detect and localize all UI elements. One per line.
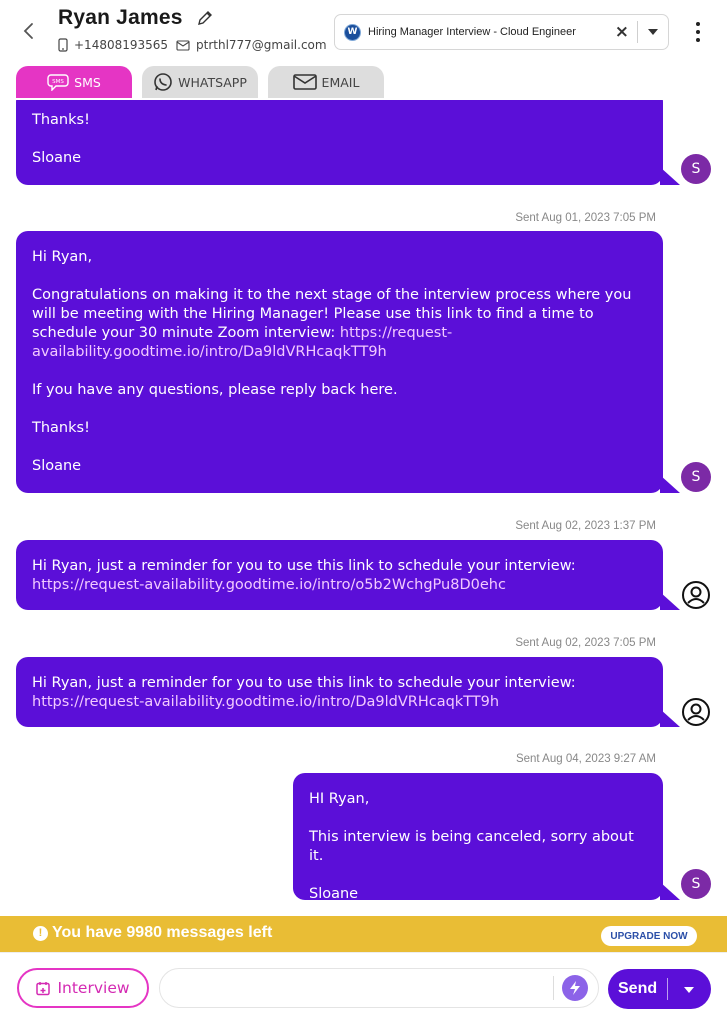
contact-name: Ryan James: [58, 6, 183, 29]
message-signature: Sloane: [309, 886, 359, 902]
job-select-value: Hiring Manager Interview - Cloud Enginee…: [368, 26, 576, 38]
message-text: Hi Ryan, just a reminder for you to use …: [32, 558, 576, 574]
bubble-tail: [660, 592, 680, 610]
message-input[interactable]: [174, 969, 554, 1007]
bubble-tail: [660, 709, 680, 727]
sender-avatar: S: [681, 154, 711, 184]
contact-phone: +14808193565: [58, 38, 168, 52]
phone-icon: [58, 38, 68, 52]
chevron-down-icon[interactable]: [648, 29, 658, 35]
tab-whatsapp-label: WHATSAPP: [178, 74, 247, 90]
message-bubble: Thanks! Sloane: [16, 100, 663, 185]
tab-sms-label: SMS: [74, 74, 101, 90]
quota-label: You have 9980 messages left: [52, 924, 273, 941]
info-icon: !: [33, 925, 48, 941]
job-select-dropdown[interactable]: W Hiring Manager Interview - Cloud Engin…: [334, 14, 669, 50]
message-bubble: Hi Ryan, just a reminder for you to use …: [16, 657, 663, 727]
message-bubble: HI Ryan, This interview is being cancele…: [293, 773, 663, 902]
send-button[interactable]: Send: [608, 969, 711, 1009]
upgrade-now-button[interactable]: UPGRADE NOW: [601, 926, 697, 946]
conversation-header: Ryan James +14808193565 ptrthl777@gmail.…: [0, 0, 727, 66]
sender-avatar: S: [681, 869, 711, 899]
bubble-tail: [660, 475, 680, 493]
message-link[interactable]: https://request-availability.goodtime.io…: [32, 577, 506, 593]
back-chevron-icon[interactable]: [20, 20, 38, 42]
contact-email-text: ptrthl777@gmail.com: [196, 38, 327, 52]
edit-pencil-icon[interactable]: [196, 9, 214, 27]
sms-icon: SMS: [47, 74, 69, 91]
input-divider: [553, 976, 554, 1000]
message-thread[interactable]: Thanks! Sloane S Sent Aug 01, 2023 7:05 …: [0, 100, 727, 916]
tab-email[interactable]: EMAIL: [268, 66, 384, 98]
chevron-down-icon[interactable]: [684, 987, 694, 993]
message-timestamp: Sent Aug 01, 2023 7:05 PM: [515, 212, 656, 224]
message-text: Hi Ryan, just a reminder for you to use …: [32, 675, 576, 691]
quota-text: ! You have 9980 messages left: [33, 924, 272, 942]
message-greeting: HI Ryan,: [309, 791, 370, 807]
send-divider: [667, 978, 668, 1000]
message-signature: Sloane: [32, 150, 82, 166]
calendar-plus-icon: [36, 981, 51, 995]
bot-user-icon: [682, 581, 710, 609]
message-greeting: Hi Ryan,: [32, 249, 93, 265]
whatsapp-icon: [154, 73, 172, 91]
bot-user-icon: [682, 698, 710, 726]
message-timestamp: Sent Aug 04, 2023 9:27 AM: [515, 753, 656, 765]
job-select-divider: [637, 21, 638, 43]
message-bubble: Hi Ryan, Congratulations on making it to…: [16, 231, 663, 493]
clear-x-icon[interactable]: ×: [615, 22, 629, 42]
message-body: Congratulations on making it to the next…: [32, 287, 632, 341]
lightning-bolt-icon[interactable]: [562, 975, 588, 1001]
interview-button-label: Interview: [57, 979, 130, 997]
compose-bar: Interview Send: [0, 952, 727, 1024]
message-link[interactable]: https://request-availability.goodtime.io…: [32, 694, 499, 710]
svg-text:SMS: SMS: [52, 79, 64, 85]
message-text: This interview is being canceled, sorry …: [309, 829, 634, 864]
send-button-label: Send: [618, 980, 658, 997]
sender-avatar: S: [681, 462, 711, 492]
bubble-tail: [660, 167, 680, 185]
message-signature: Sloane: [32, 458, 82, 474]
message-questions: If you have any questions, please reply …: [32, 382, 398, 398]
more-options-icon[interactable]: [695, 22, 701, 42]
tab-sms[interactable]: SMS SMS: [16, 66, 132, 98]
message-timestamp: Sent Aug 02, 2023 7:05 PM: [515, 637, 656, 649]
bubble-tail: [660, 882, 680, 900]
interview-button[interactable]: Interview: [17, 968, 149, 1008]
company-logo-icon: W: [344, 23, 361, 41]
envelope-icon: [176, 39, 190, 51]
message-bubble: Hi Ryan, just a reminder for you to use …: [16, 540, 663, 610]
channel-tabs: SMS SMS WHATSAPP EMAIL: [16, 66, 394, 98]
tab-whatsapp[interactable]: WHATSAPP: [142, 66, 258, 98]
tab-email-label: EMAIL: [321, 74, 360, 90]
message-input-wrap: [159, 968, 599, 1008]
message-thanks: Thanks!: [32, 420, 90, 436]
message-timestamp: Sent Aug 02, 2023 1:37 PM: [515, 520, 656, 532]
message-text: Congratulations on making it to the next…: [32, 286, 647, 362]
message-thanks: Thanks!: [32, 112, 90, 128]
contact-phone-text: +14808193565: [74, 38, 169, 52]
contact-email: ptrthl777@gmail.com: [176, 38, 327, 52]
mail-icon: [292, 74, 317, 90]
